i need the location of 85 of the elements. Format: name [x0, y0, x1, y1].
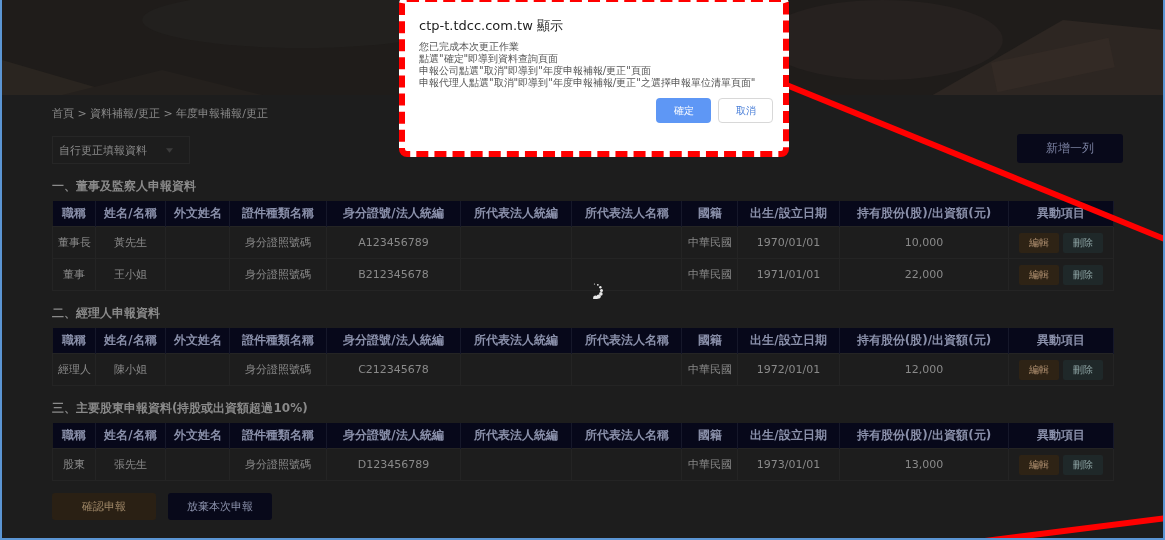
- column-header: 持有股份(股)/出資額(元): [839, 328, 1009, 354]
- column-header: 姓名/名稱: [95, 201, 166, 227]
- table-cell: 1970/01/01: [737, 226, 840, 259]
- table-cell: D123456789: [326, 448, 461, 481]
- table-cell: 13,000: [839, 448, 1009, 481]
- column-header: 證件種類名稱: [229, 423, 327, 449]
- table-cell: C212345678: [326, 353, 461, 386]
- column-header: 持有股份(股)/出資額(元): [839, 423, 1009, 449]
- section-title: 三、主要股東申報資料(持股或出資額超過10%): [52, 400, 308, 417]
- cancel-button[interactable]: 放棄本次申報: [168, 493, 272, 520]
- cancel-button[interactable]: 取消: [718, 98, 773, 123]
- table-cell: 中華民國: [681, 353, 738, 386]
- delete-button[interactable]: 刪除: [1063, 264, 1103, 285]
- table-cell: 身分證照號碼: [229, 353, 327, 386]
- delete-button[interactable]: 刪除: [1063, 454, 1103, 475]
- section-title: 一、董事及監察人申報資料: [52, 178, 196, 195]
- column-header: 職稱: [52, 423, 96, 449]
- table-cell: 陳小姐: [95, 353, 166, 386]
- table-cell: 身分證照號碼: [229, 448, 327, 481]
- column-header: 外文姓名: [165, 201, 230, 227]
- dialog-message: 申報代理人點選"取消"即導到"年度申報補報/更正"之選擇申報單位清單頁面": [419, 77, 757, 89]
- table-cell: 中華民國: [681, 226, 738, 259]
- table-cell: 22,000: [839, 258, 1009, 291]
- column-header: 出生/設立日期: [737, 328, 840, 354]
- table-cell: 10,000: [839, 226, 1009, 259]
- table-cell: A123456789: [326, 226, 461, 259]
- edit-button[interactable]: 編輯: [1019, 232, 1059, 253]
- table-cell: 王小姐: [95, 258, 166, 291]
- dialog-message: 申報公司點選"取消"即導到"年度申報補報/更正"頁面: [419, 65, 652, 77]
- column-header: 姓名/名稱: [95, 423, 166, 449]
- table-cell: 1973/01/01: [737, 448, 840, 481]
- table-cell: 身分證照號碼: [229, 226, 327, 259]
- add-row-button[interactable]: 新增一列: [1017, 133, 1123, 163]
- table-cell: 身分證照號碼: [229, 258, 327, 291]
- column-header: 所代表法人名稱: [571, 423, 682, 449]
- table-cell: 股東: [52, 448, 96, 481]
- column-header: 姓名/名稱: [95, 328, 166, 354]
- dialog-title: ctp-t.tdcc.com.tw 顯示: [419, 17, 564, 35]
- filter-select[interactable]: 自行更正填報資料: [52, 136, 190, 164]
- column-header: 異動項目: [1008, 423, 1114, 449]
- column-header: 身分證號/法人統編: [326, 423, 461, 449]
- edit-button[interactable]: 編輯: [1019, 454, 1059, 475]
- table-cell: 1971/01/01: [737, 258, 840, 291]
- dialog-message: 點選"確定"即導到資料查詢頁面: [419, 53, 560, 65]
- column-header: 所代表法人統編: [460, 201, 572, 227]
- column-header: 身分證號/法人統編: [326, 328, 461, 354]
- table-cell: 張先生: [95, 448, 166, 481]
- column-header: 出生/設立日期: [737, 201, 840, 227]
- dialog-message: 您已完成本次更正作業: [419, 41, 520, 53]
- column-header: 異動項目: [1008, 328, 1114, 354]
- delete-button[interactable]: 刪除: [1063, 232, 1103, 253]
- table-cell: 董事長: [52, 226, 96, 259]
- caret-icon: [166, 147, 173, 153]
- spinner-icon: [593, 283, 603, 299]
- edit-button[interactable]: 編輯: [1019, 359, 1059, 380]
- column-header: 證件種類名稱: [229, 328, 327, 354]
- ok-button[interactable]: 確定: [656, 98, 711, 123]
- edit-button[interactable]: 編輯: [1019, 264, 1059, 285]
- column-header: 國籍: [681, 328, 738, 354]
- table-cell: 1972/01/01: [737, 353, 840, 386]
- section-title: 二、經理人申報資料: [52, 305, 160, 322]
- column-header: 外文姓名: [165, 328, 230, 354]
- table-cell: 黃先生: [95, 226, 166, 259]
- table-cell: B212345678: [326, 258, 461, 291]
- table-cell: 12,000: [839, 353, 1009, 386]
- confirm-button[interactable]: 確認申報: [52, 493, 156, 520]
- column-header: 國籍: [681, 201, 738, 227]
- column-header: 職稱: [52, 201, 96, 227]
- column-header: 所代表法人名稱: [571, 328, 682, 354]
- column-header: 外文姓名: [165, 423, 230, 449]
- table-cell: 董事: [52, 258, 96, 291]
- column-header: 持有股份(股)/出資額(元): [839, 201, 1009, 227]
- table-cell: 中華民國: [681, 258, 738, 291]
- column-header: 身分證號/法人統編: [326, 201, 461, 227]
- column-header: 出生/設立日期: [737, 423, 840, 449]
- column-header: 所代表法人統編: [460, 423, 572, 449]
- column-header: 職稱: [52, 328, 96, 354]
- table-cell: 經理人: [52, 353, 96, 386]
- column-header: 證件種類名稱: [229, 201, 327, 227]
- column-header: 所代表法人名稱: [571, 201, 682, 227]
- column-header: 國籍: [681, 423, 738, 449]
- delete-button[interactable]: 刪除: [1063, 359, 1103, 380]
- column-header: 所代表法人統編: [460, 328, 572, 354]
- breadcrumb: 首頁 > 資料補報/更正 > 年度申報補報/更正: [52, 106, 268, 122]
- table-cell: 中華民國: [681, 448, 738, 481]
